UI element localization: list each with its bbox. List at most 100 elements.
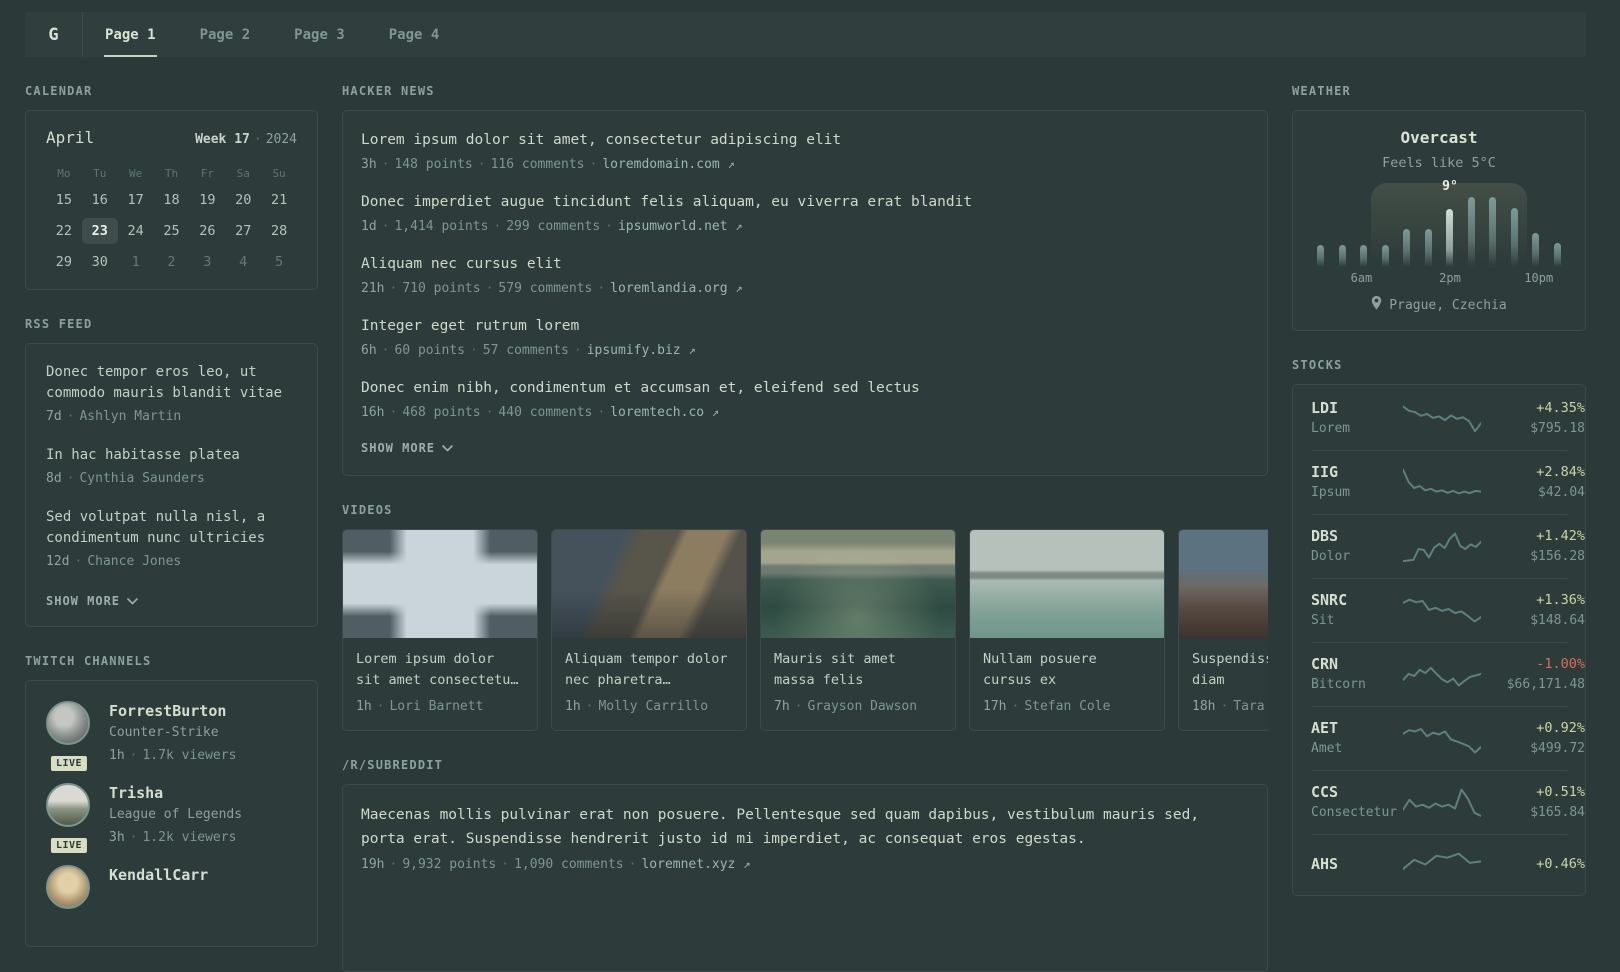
hn-item-title[interactable]: Lorem ipsum dolor sit amet, consectetur … (361, 129, 1249, 151)
channel-name[interactable]: ForrestBurton (109, 701, 236, 722)
calendar-day-next-month: 3 (203, 254, 212, 270)
dot-separator: · (485, 281, 494, 296)
dot-separator: · (66, 471, 75, 486)
stock-sparkline (1403, 593, 1481, 629)
channel-name[interactable]: Trisha (109, 783, 242, 804)
video-thumbnail[interactable] (1179, 530, 1268, 638)
calendar-day: 28 (270, 223, 288, 239)
stock-row[interactable]: IIG Ipsum +2.84% $42.04 (1311, 450, 1585, 514)
hn-item-title[interactable]: Integer eget rutrum lorem (361, 315, 1249, 337)
calendar-day-next-month: 1 (131, 254, 140, 270)
logo[interactable]: G (25, 12, 83, 57)
weather-feels-like: Feels like 5°C (1382, 155, 1496, 171)
stock-symbol: CRN (1311, 655, 1339, 673)
channel-meta: 3h · 1.2k viewers (109, 830, 237, 845)
tab-page-1[interactable]: Page 1 (83, 12, 178, 57)
videos-heading: VIDEOS (342, 503, 393, 517)
video-card[interactable]: Mauris sit amet massa felis 7h · Grayson D… (760, 529, 956, 731)
video-thumbnail[interactable] (761, 530, 955, 638)
video-title[interactable]: Nullam posuere cursus ex (983, 649, 1151, 691)
calendar-day-next-month: 5 (275, 254, 284, 270)
stock-row[interactable]: DBS Dolor +1.42% $156.28 (1311, 514, 1585, 578)
chevron-down-icon (127, 593, 138, 610)
rss-show-more-button[interactable]: SHOW MORE (46, 593, 138, 610)
hn-item-title[interactable]: Donec enim nibh, condimentum et accumsan… (361, 377, 1249, 399)
video-card[interactable]: Suspendisse diam 18h·Tara (1178, 529, 1268, 731)
middle-column: HACKER NEWS Lorem ipsum dolor sit amet, … (342, 57, 1268, 972)
rss-item-title[interactable]: Donec tempor eros leo, ut commodo mauris… (46, 362, 297, 404)
video-meta: 17h · Stefan Cole (983, 699, 1111, 714)
video-thumbnail[interactable] (970, 530, 1164, 638)
tab-page-3[interactable]: Page 3 (272, 12, 367, 57)
channel-name[interactable]: KendallCarr (109, 865, 208, 886)
dot-separator: · (381, 219, 390, 234)
weather-bar (1338, 244, 1346, 267)
channel-category[interactable]: Counter-Strike (109, 723, 236, 743)
rss-item-title[interactable]: Sed volutpat nulla nisl, a condimentum n… (46, 507, 297, 549)
video-title[interactable]: Lorem ipsum dolor sit amet consectetu… (356, 649, 524, 691)
page-tabs: Page 1 Page 2 Page 3 Page 4 (83, 12, 461, 57)
weather-bars (1317, 193, 1561, 267)
dot-separator: · (597, 405, 606, 420)
video-card[interactable]: Lorem ipsum dolor sit amet consectetu… 1… (342, 529, 538, 731)
subreddit-domain-link[interactable]: loremnet.xyz (641, 857, 735, 872)
stock-name: Amet (1311, 741, 1343, 756)
stock-row[interactable]: LDI Lorem +4.35% $795.18 (1311, 387, 1585, 450)
channel-category[interactable]: League of Legends (109, 805, 242, 825)
hn-item-domain-link[interactable]: loremtech.co (610, 405, 704, 420)
video-card[interactable]: Nullam posuere cursus ex 17h · Stefan Cole (969, 529, 1165, 731)
stock-sparkline (1403, 529, 1481, 565)
channel-avatar-image (46, 783, 90, 827)
rss-item-title[interactable]: In hac habitasse platea (46, 445, 297, 466)
hn-item-domain-link[interactable]: loremlandia.org (610, 281, 727, 296)
weather-bar (1317, 244, 1324, 267)
rss-widget: Donec tempor eros leo, ut commodo mauris… (25, 343, 318, 627)
twitch-channel[interactable]: KendallCarr (46, 865, 297, 909)
dot-separator: · (376, 699, 385, 714)
video-title[interactable]: Aliquam tempor dolor nec pharetra… (565, 649, 733, 691)
stock-row[interactable]: CCS Consectetur +0.51% $165.84 (1311, 770, 1585, 834)
rss-item: Donec tempor eros leo, ut commodo mauris… (46, 362, 297, 427)
rss-item-meta: 8d · Cynthia Saunders (46, 471, 205, 486)
calendar-weekday: Fr (200, 167, 214, 180)
stock-row[interactable]: AHS +0.46% (1311, 834, 1585, 893)
hn-item-title[interactable]: Aliquam nec cursus elit (361, 253, 1249, 275)
video-title[interactable]: Suspendisse diam (1192, 649, 1268, 691)
video-card[interactable]: Aliquam tempor dolor nec pharetra… 1h · Mo… (551, 529, 747, 731)
tab-page-4[interactable]: Page 4 (367, 12, 462, 57)
stock-row[interactable]: SNRC Sit +1.36% $148.64 (1311, 578, 1585, 642)
twitch-channel[interactable]: LIVE Trisha League of Legends 3h · 1.2k vi… (46, 783, 297, 855)
hn-item-domain-link[interactable]: ipsumify.biz (587, 343, 681, 358)
subreddit-post-title[interactable]: Maecenas mollis pulvinar erat non posuer… (361, 803, 1249, 851)
page: G Page 1 Page 2 Page 3 Page 4 CALENDAR A… (0, 0, 1586, 972)
dot-separator: · (1220, 699, 1229, 714)
stock-price: $156.28 (1530, 549, 1585, 564)
channel-avatar-image (46, 865, 90, 909)
video-thumbnail[interactable] (343, 530, 537, 638)
video-thumbnail[interactable] (552, 530, 746, 638)
tab-page-2[interactable]: Page 2 (178, 12, 273, 57)
stock-row[interactable]: CRN Bitcorn -1.00% $66,171.48 (1311, 642, 1585, 706)
stock-price: $66,171.48 (1506, 677, 1585, 692)
hn-item-title[interactable]: Donec imperdiet augue tincidunt felis al… (361, 191, 1249, 213)
hn-item-domain-link[interactable]: ipsumworld.net (618, 219, 728, 234)
twitch-channel[interactable]: LIVE ForrestBurton Counter-Strike 1h · 1.7… (46, 701, 297, 773)
stock-row[interactable]: AET Amet +0.92% $499.72 (1311, 706, 1585, 770)
video-title[interactable]: Mauris sit amet massa felis (774, 649, 942, 691)
stock-name: Bitcorn (1311, 677, 1366, 692)
stock-price: $42.04 (1538, 485, 1585, 500)
hn-item-domain-link[interactable]: loremdomain.com (602, 157, 719, 172)
hn-item: Aliquam nec cursus elit 21h · 710 points · 5… (361, 253, 1249, 299)
hn-show-more-button[interactable]: SHOW MORE (361, 440, 453, 457)
stock-name: Ipsum (1311, 485, 1351, 500)
calendar-day: 17 (127, 192, 144, 208)
rss-item-meta: 12d · Chance Jones (46, 554, 182, 569)
stock-symbol: DBS (1311, 527, 1339, 545)
external-link-icon: ↗ (735, 281, 743, 295)
stock-sparkline (1403, 401, 1481, 437)
calendar-day: 26 (199, 223, 216, 239)
subreddit-widget: Maecenas mollis pulvinar erat non posuer… (342, 784, 1268, 972)
location-pin-icon (1371, 296, 1382, 314)
stock-symbol: AHS (1311, 854, 1339, 873)
weather-condition: Overcast (1400, 128, 1478, 147)
